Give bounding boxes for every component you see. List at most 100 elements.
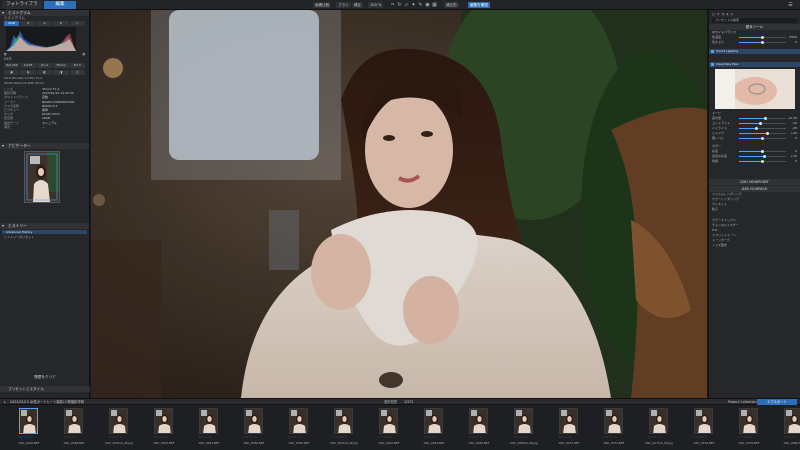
clearview-bar[interactable]: ClearView Plus (709, 62, 800, 67)
filmstrip-thumbnail[interactable]: ☆☆☆☆☆ DSC_2078.NEF (728, 408, 770, 448)
tab-edit[interactable]: 編集 (44, 1, 76, 9)
rating-stars[interactable]: ☆☆☆☆☆ (378, 435, 392, 439)
tone-slider[interactable] (739, 132, 786, 135)
color-slider[interactable] (739, 160, 786, 163)
rotate-icon[interactable]: ↻ (397, 2, 402, 8)
loupe-preview[interactable] (715, 69, 795, 109)
smart-lighting-bar[interactable]: Smart Lighting (709, 49, 800, 54)
color-slider[interactable] (739, 155, 786, 158)
rating-stars[interactable]: ☆☆☆☆☆ (423, 435, 437, 439)
color-slider[interactable] (739, 150, 786, 153)
rating-stars[interactable]: ☆☆☆☆☆ (513, 435, 527, 439)
navigator-section-header[interactable]: ▾ ナビゲーター (0, 142, 89, 149)
shadow-clip-icon[interactable]: ◐ (4, 52, 7, 56)
rating-stars[interactable]: ☆☆☆☆☆ (198, 435, 212, 439)
history-item-reset[interactable]: ヒストリーのリセット (0, 235, 89, 240)
before-button[interactable]: 補正前 (444, 2, 459, 8)
rating-stars[interactable]: ☆☆☆☆☆ (783, 435, 797, 439)
filmstrip-thumbnail[interactable]: ☆☆☆☆☆ DSC_2066.NEF (458, 408, 500, 448)
checkbox-icon[interactable] (711, 50, 714, 53)
photo-canvas[interactable] (91, 10, 707, 398)
thumbnail-image[interactable] (559, 408, 578, 434)
wb-temp-slider[interactable] (739, 36, 786, 39)
filmstrip-thumbnail[interactable]: ☆☆☆☆☆ DSC_2076.NEF (683, 408, 725, 448)
wb-tint-knob[interactable] (761, 41, 764, 44)
tone-slider[interactable] (739, 117, 786, 120)
lower-tool-row[interactable]: ノイズ除去 (709, 243, 800, 248)
detail-icon[interactable]: ◎ (730, 12, 733, 17)
filmstrip-thumbnail[interactable]: ☆☆☆☆☆ DSC_2068-R_99.jpg (503, 408, 545, 448)
filmstrip-thumbnail[interactable]: ☆☆☆☆☆ DSC_2046.NEF (8, 408, 50, 448)
filmstrip-thumbnail[interactable]: ☆☆☆☆☆ DSC_2054.NEF (188, 408, 230, 448)
view-toggle-4[interactable]: ◨ (53, 70, 69, 75)
view-toggle-1[interactable]: ▣ (4, 70, 20, 75)
thumbnail-image[interactable] (289, 408, 308, 434)
color-slider-knob[interactable] (763, 155, 767, 158)
thumbnail-image[interactable] (649, 408, 668, 434)
tone-slider-knob[interactable] (755, 127, 759, 130)
wb-slider-row[interactable]: 色かぶり 0 (709, 40, 800, 45)
thumbnail-image[interactable] (469, 408, 488, 434)
thumbnail-image[interactable] (604, 408, 623, 434)
zoom-select[interactable]: 100 % (368, 2, 384, 8)
tone-slider[interactable] (739, 122, 786, 125)
wb-tint-slider[interactable] (739, 41, 786, 44)
thumbnail-image[interactable] (154, 408, 173, 434)
view-toggle-3[interactable]: ◧ (36, 70, 53, 75)
grid-icon[interactable]: ▦ (432, 2, 437, 8)
thumbnail-image[interactable] (244, 408, 263, 434)
rating-stars[interactable]: ☆☆☆☆☆ (693, 435, 707, 439)
filmstrip-thumbnail[interactable]: ☆☆☆☆☆ DSC_2052.NEF (143, 408, 185, 448)
thumbnail-image[interactable] (199, 408, 218, 434)
history-item-advanced[interactable]: Advanced History (2, 229, 87, 235)
color-icon[interactable]: ◈ (726, 12, 728, 17)
histo-mode-r[interactable]: R (20, 21, 36, 26)
tone-slider-knob[interactable] (765, 132, 769, 135)
history-section-header[interactable]: ▾ ヒストリー (0, 222, 89, 229)
navigator-thumbnail[interactable] (24, 150, 60, 203)
rating-stars[interactable]: ☆☆☆☆☆ (243, 435, 257, 439)
wb-temp-knob[interactable] (761, 36, 764, 39)
histo-mode-rgb[interactable]: RGB (4, 21, 20, 26)
checkbox-icon[interactable] (711, 63, 714, 66)
filmstrip-thumbnail[interactable]: ☆☆☆☆☆ DSC_2072.NEF (593, 408, 635, 448)
rating-stars[interactable]: ☆☆☆☆☆ (603, 435, 617, 439)
rating-stars[interactable]: ☆☆☆☆☆ (63, 435, 77, 439)
filmstrip-thumbnail[interactable]: ☆☆☆☆☆ DSC_2074-R_99.jpg (638, 408, 680, 448)
filmstrip-thumbnail[interactable]: ☆☆☆☆☆ DSC_2058.NEF (278, 408, 320, 448)
menu-icon[interactable]: ☰ (788, 2, 793, 8)
brush-button[interactable]: ブラシ (336, 2, 351, 8)
thumbnail-image[interactable] (109, 408, 128, 434)
tone-slider[interactable] (739, 127, 786, 130)
rating-stars[interactable]: ☆☆☆☆☆ (153, 435, 167, 439)
rating-stars[interactable]: ☆☆☆☆☆ (333, 435, 347, 439)
histogram-section-header[interactable]: ▾ ヒストグラム (0, 10, 89, 16)
filmpack-row[interactable]: 粒子 (709, 207, 800, 212)
rating-stars[interactable]: ☆☆☆☆☆ (468, 435, 482, 439)
presets-section-header[interactable]: プリセットとスタイル (0, 386, 90, 392)
filmstrip-thumbnail[interactable]: ☆☆☆☆☆ DSC_2050-R_99.jpg (98, 408, 140, 448)
adjust-button[interactable]: 補正 (352, 2, 364, 8)
tone-slider-knob[interactable] (761, 137, 764, 140)
filmstrip-thumbnail[interactable]: ☆☆☆☆☆ DSC_2056.NEF (233, 408, 275, 448)
histo-mode-g[interactable]: G (36, 21, 53, 26)
thumbnail-image[interactable] (514, 408, 533, 434)
filmstrip-thumbnail[interactable]: ☆☆☆☆☆ DSC_2064.NEF (413, 408, 455, 448)
highlight-clip-icon[interactable]: ◑ (82, 52, 85, 56)
rating-stars[interactable]: ☆☆☆☆☆ (558, 435, 572, 439)
thumbnail-image[interactable] (64, 408, 83, 434)
thumbnail-image[interactable] (739, 408, 758, 434)
review-edits-button[interactable]: 編集を確認 (468, 2, 490, 8)
crop-icon[interactable]: ⌗ (390, 2, 395, 8)
tone-slider[interactable] (739, 137, 786, 140)
viewpoint-header[interactable]: DXO VIEWPOINT (709, 179, 800, 185)
filmstrip-thumbnail[interactable]: ☆☆☆☆☆ DSC_2048.NEF (53, 408, 95, 448)
wand-icon[interactable]: ✦ (411, 2, 416, 8)
thumbnail-image[interactable] (694, 408, 713, 434)
view-toggle-5[interactable]: ◫ (69, 70, 86, 75)
brush-icon[interactable]: ✎ (418, 2, 423, 8)
tone-slider-knob[interactable] (763, 117, 767, 120)
histo-mode-b[interactable]: B (53, 21, 69, 26)
filmstrip-thumbnail[interactable]: ☆☆☆☆☆ DSC_2062.NEF (368, 408, 410, 448)
favorite-icon[interactable]: ★ (717, 12, 720, 17)
